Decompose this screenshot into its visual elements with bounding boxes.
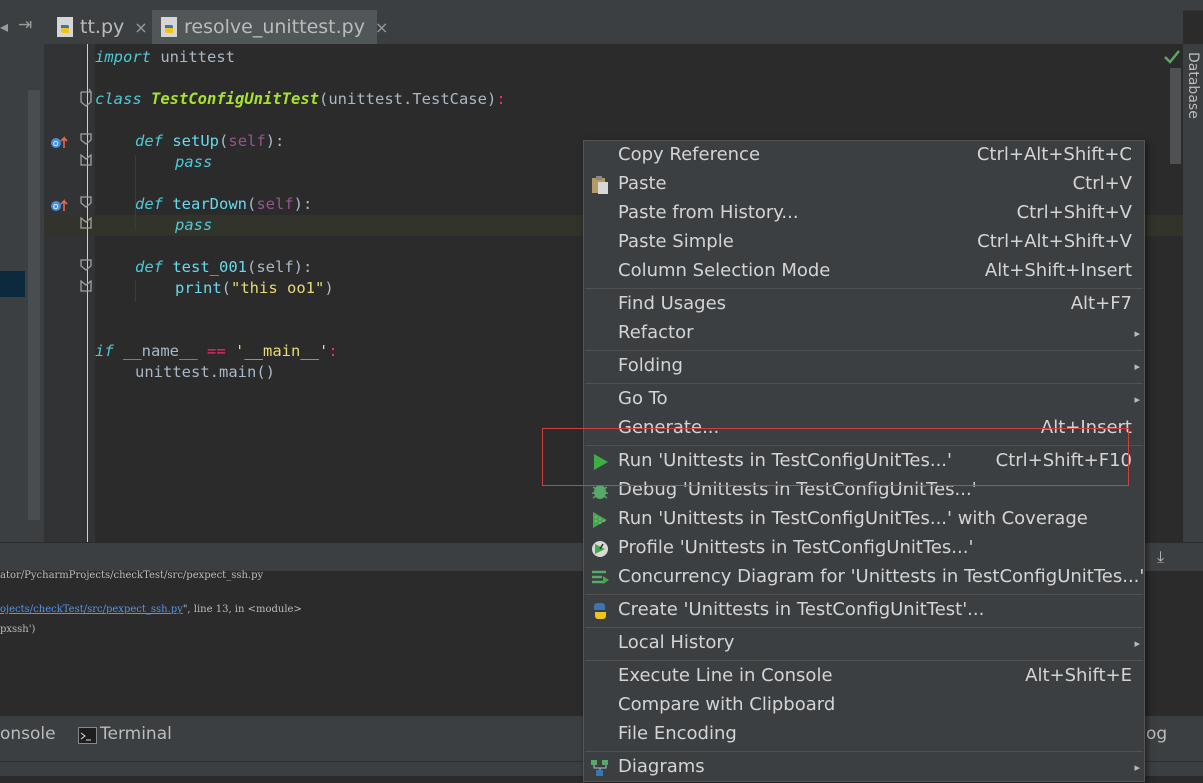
tab-tt-py[interactable]: tt.py × — [48, 10, 150, 44]
menu-item-file-encoding[interactable]: File Encoding — [584, 721, 1144, 750]
code-line-10: unittest.main() — [135, 363, 275, 381]
code-line-8: print("this oo1") — [175, 279, 334, 297]
menu-item-execute-line-in-console[interactable]: Execute Line in Console Alt+Shift+E — [584, 663, 1144, 692]
submenu-arrow-icon: ▸ — [1134, 761, 1140, 774]
scroll-to-end-icon[interactable]: ⤓ — [1157, 547, 1164, 567]
output-line: pxssh') — [0, 624, 36, 635]
menu-item-concurrency-diagram[interactable]: Concurrency Diagram for 'Unittests in Te… — [584, 564, 1144, 593]
annotation-highlight-box — [542, 428, 1129, 486]
menu-item-create-config[interactable]: Create 'Unittests in TestConfigUnitTest'… — [584, 597, 1144, 626]
console-tab[interactable]: onsole — [0, 724, 56, 744]
tab-label: resolve_unittest.py — [184, 16, 365, 38]
output-link[interactable]: ojects/checkTest/src/pexpect_ssh.py — [0, 604, 183, 615]
code-line-5: def tearDown(self): — [135, 195, 313, 213]
python-file-icon — [160, 16, 178, 38]
menu-separator — [585, 627, 1143, 628]
menu-item-compare-with-clipboard[interactable]: Compare with Clipboard — [584, 692, 1144, 721]
code-line-1: import unittest — [95, 48, 235, 66]
menu-item-local-history[interactable]: Local History ▸ — [584, 630, 1144, 659]
close-icon[interactable]: × — [375, 18, 388, 37]
output-line: ator/PycharmProjects/checkTest/src/pexpe… — [0, 570, 264, 581]
paste-icon — [590, 175, 610, 195]
menu-separator — [585, 383, 1143, 384]
checkmark-icon — [1164, 50, 1180, 64]
project-selected-row[interactable] — [0, 271, 25, 297]
code-line-3: def setUp(self): — [135, 132, 285, 150]
terminal-tab[interactable]: Terminal — [100, 724, 172, 744]
menu-item-paste[interactable]: Paste Ctrl+V — [584, 171, 1144, 200]
menu-separator — [585, 594, 1143, 595]
event-log-tab[interactable]: og — [1146, 724, 1167, 744]
database-tool-button[interactable]: Database — [1183, 52, 1203, 132]
code-line-7: def test_001(self): — [135, 258, 313, 276]
submenu-arrow-icon: ▸ — [1134, 637, 1140, 650]
menu-item-diagrams[interactable]: Diagrams ▸ — [584, 754, 1144, 783]
svg-text:O: O — [53, 140, 59, 148]
python-icon — [590, 601, 610, 621]
tab-label: tt.py — [80, 16, 125, 38]
menu-item-paste-simple[interactable]: Paste Simple Ctrl+Alt+Shift+V — [584, 229, 1144, 258]
output-line: ojects/checkTest/src/pexpect_ssh.py", li… — [0, 604, 302, 615]
editor-tab-bar: ◂ ⇥ tt.py × resolve_unittest.py × — [0, 10, 1183, 45]
terminal-icon — [78, 727, 97, 744]
menu-item-column-selection-mode[interactable]: Column Selection Mode Alt+Shift+Insert — [584, 258, 1144, 287]
coverage-icon — [590, 510, 610, 530]
close-icon[interactable]: × — [134, 18, 147, 37]
submenu-arrow-icon: ▸ — [1134, 360, 1140, 373]
menu-item-profile-unittests[interactable]: Profile 'Unittests in TestConfigUnitTes.… — [584, 535, 1144, 564]
tab-resolve-unittest[interactable]: resolve_unittest.py × — [152, 10, 388, 44]
diagram-icon — [590, 758, 610, 778]
profile-icon — [590, 539, 610, 559]
menu-item-paste-from-history[interactable]: Paste from History... Ctrl+Shift+V — [584, 200, 1144, 229]
menu-item-run-with-coverage[interactable]: Run 'Unittests in TestConfigUnitTes...' … — [584, 506, 1144, 535]
menu-separator — [585, 751, 1143, 752]
svg-text:O: O — [53, 203, 59, 211]
submenu-arrow-icon: ▸ — [1134, 327, 1140, 340]
gutter-markers: O O — [51, 88, 93, 292]
indent-guide — [135, 280, 136, 302]
code-line-4: pass — [175, 153, 213, 171]
indent-guide — [135, 155, 136, 230]
menu-item-folding[interactable]: Folding ▸ — [584, 353, 1144, 382]
menu-item-copy-reference[interactable]: Copy Reference Ctrl+Alt+Shift+C — [584, 142, 1144, 171]
code-line-6: pass — [175, 216, 213, 234]
override-icon: O O — [51, 136, 68, 211]
menu-item-go-to[interactable]: Go To ▸ — [584, 386, 1144, 415]
menu-separator — [585, 288, 1143, 289]
python-file-icon — [56, 16, 74, 38]
menu-item-find-usages[interactable]: Find Usages Alt+F7 — [584, 291, 1144, 320]
menu-separator — [585, 660, 1143, 661]
menu-separator — [585, 350, 1143, 351]
project-scrollbar[interactable] — [28, 90, 40, 520]
tab-left-arrow-icon[interactable]: ◂ — [0, 17, 8, 36]
code-line-2: class TestConfigUnitTest(unittest.TestCa… — [95, 90, 506, 108]
editor-scrollbar[interactable] — [1170, 68, 1181, 164]
submenu-arrow-icon: ▸ — [1134, 393, 1140, 406]
code-line-9: if __name__ == '__main__': — [95, 342, 338, 360]
concurrency-icon — [590, 568, 610, 588]
collapse-icon[interactable]: ⇥ — [18, 15, 32, 35]
menu-item-refactor[interactable]: Refactor ▸ — [584, 320, 1144, 349]
